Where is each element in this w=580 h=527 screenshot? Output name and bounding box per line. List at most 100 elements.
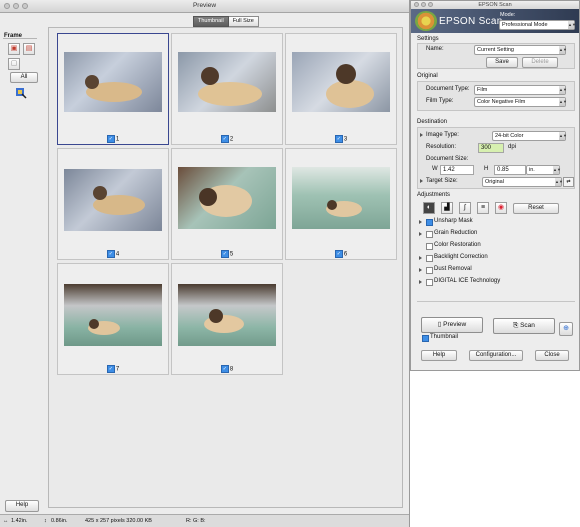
minimize-window-button[interactable] (13, 3, 19, 9)
adjustment-item-color-restoration[interactable]: Color Restoration (417, 241, 575, 251)
thumbnail-checkbox-row[interactable]: ✓ 5 (172, 250, 282, 258)
scanner-icon[interactable]: ⊕ (559, 322, 573, 336)
epson-titlebar: EPSON Scan (411, 1, 579, 9)
adjustment-item-unsharp-mask[interactable]: Unsharp Mask (417, 217, 575, 227)
status-bar: ↔ 1.42in. ↕ 0.86in. 425 x 257 pixels 320… (0, 514, 409, 527)
epson-banner: EPSON Scan Mode: Professional Mode ▲▼ (411, 9, 579, 33)
thumbnail-6[interactable]: ✓ 6 (285, 148, 397, 260)
image-type-label: Image Type: (426, 132, 459, 138)
checkbox-icon[interactable]: ✓ (106, 250, 115, 258)
thumbnail-checkbox-row[interactable]: ✓ 7 (58, 365, 168, 373)
expand-triangle-icon[interactable] (419, 256, 422, 260)
thumbnail-checkbox-row[interactable]: ✓ 1 (58, 135, 168, 143)
checkbox-icon[interactable] (426, 243, 433, 250)
reset-button[interactable]: Reset (513, 203, 559, 214)
thumbnail-number: 1 (115, 136, 120, 143)
auto-exposure-icon[interactable]: ◐ (423, 202, 435, 214)
thumbnail-checkbox-row[interactable]: ✓ 6 (286, 250, 396, 258)
adjustments-list: Unsharp Mask Grain Reduction Color Resto… (417, 217, 575, 287)
expand-triangle-icon[interactable] (420, 133, 423, 137)
thumbnail-checkbox-row[interactable]: ✓ 4 (58, 250, 168, 258)
thumbnail-8[interactable]: ✓ 8 (171, 263, 283, 375)
configuration-button[interactable]: Configuration... (469, 350, 523, 361)
tone-curve-icon[interactable]: ∫ (459, 202, 471, 214)
duplicate-marquee-icon[interactable]: ▢ (8, 58, 20, 70)
target-size-select[interactable]: Original ▲▼ (482, 177, 563, 187)
delete-marquee-icon[interactable]: ▤ (23, 43, 35, 55)
orientation-icon[interactable]: ⇄ (563, 177, 574, 187)
checkbox-icon[interactable] (426, 267, 433, 274)
document-type-select[interactable]: Film ▲▼ (474, 85, 567, 95)
thumbnail-5[interactable]: ✓ 5 (171, 148, 283, 260)
adjustment-item-dust-removal[interactable]: Dust Removal (417, 265, 575, 275)
expand-triangle-icon[interactable] (419, 220, 422, 224)
checkbox-icon[interactable]: ✓ (220, 135, 229, 143)
film-type-label: Film Type: (426, 98, 454, 104)
preview-button[interactable]: ▯ Preview (421, 317, 483, 333)
resolution-label: Resolution: (426, 144, 457, 150)
film-type-select[interactable]: Color Negative Film ▲▼ (474, 97, 567, 107)
width-input[interactable]: 1.42 (440, 165, 474, 175)
thumbnail-number: 2 (229, 136, 234, 143)
height-input[interactable]: 0.85 (494, 165, 526, 175)
adjustment-item-digital-ice[interactable]: DIGITAL ICE Technology (417, 277, 575, 287)
auto-locate-icon[interactable] (15, 87, 27, 99)
tab-full-size[interactable]: Full Size (228, 16, 259, 27)
marquee-tool-icon[interactable]: ▣ (8, 43, 20, 55)
expand-triangle-icon[interactable] (419, 232, 422, 236)
checkbox-icon[interactable]: ✓ (106, 135, 115, 143)
expand-triangle-icon[interactable] (419, 268, 422, 272)
thumbnail-1[interactable]: ✓ 1 (57, 33, 169, 145)
delete-button[interactable]: Delete (522, 57, 558, 68)
thumbnail-checkbox-row[interactable]: ✓ 2 (172, 135, 282, 143)
name-select[interactable]: Current Setting ▲▼ (474, 45, 567, 55)
thumbnail-checkbox-row[interactable]: ✓ 3 (286, 135, 396, 143)
adjustment-item-grain-reduction[interactable]: Grain Reduction (417, 229, 575, 239)
zoom-window-button[interactable] (22, 3, 28, 9)
close-window-button[interactable] (4, 3, 10, 9)
checkbox-icon[interactable]: ✓ (220, 250, 229, 258)
expand-triangle-icon[interactable] (420, 179, 423, 183)
checkbox-icon[interactable]: ✓ (106, 365, 115, 373)
mode-select[interactable]: Professional Mode ▲▼ (499, 20, 576, 30)
thumbnail-number: 5 (229, 251, 234, 258)
resolution-input[interactable]: 300 (478, 143, 504, 153)
adjustment-item-backlight-correction[interactable]: Backlight Correction (417, 253, 575, 263)
minimize-window-button[interactable] (421, 2, 426, 7)
status-height: 0.86in. (51, 518, 68, 524)
tab-thumbnail[interactable]: Thumbnail (193, 16, 229, 27)
status-width: 1.42in. (11, 518, 28, 524)
all-button[interactable]: All (10, 72, 38, 83)
unit-select[interactable]: in. ▲▼ (526, 165, 561, 175)
thumbnail-7[interactable]: ✓ 7 (57, 263, 169, 375)
checkbox-icon[interactable]: ✓ (334, 135, 343, 143)
color-palette-icon[interactable]: ◉ (495, 202, 507, 214)
chevron-down-icon: ▲▼ (568, 21, 576, 29)
close-window-button[interactable] (414, 2, 419, 7)
help-button[interactable]: Help (421, 350, 457, 361)
checkbox-icon[interactable]: ✓ (220, 365, 229, 373)
thumbnail-label: Thumbnail (430, 334, 459, 340)
preview-window: Preview Thumbnail Full Size Frame ▣ ▤ ▢ … (0, 0, 410, 527)
save-button[interactable]: Save (486, 57, 518, 68)
histogram-icon[interactable]: ▟ (441, 202, 453, 214)
scan-button[interactable]: ⎘ Scan (493, 318, 555, 334)
thumbnail-2[interactable]: ✓ 2 (171, 33, 283, 145)
checkbox-icon[interactable]: ✓ (334, 250, 343, 258)
checkbox-icon[interactable] (426, 279, 433, 286)
thumbnail-4[interactable]: ✓ 4 (57, 148, 169, 260)
zoom-window-button[interactable] (428, 2, 433, 7)
checkbox-icon[interactable] (426, 255, 433, 262)
target-size-value: Original (485, 179, 504, 185)
image-type-select[interactable]: 24-bit Color ▲▼ (492, 131, 567, 141)
image-adjustment-icon[interactable]: ≡ (477, 202, 489, 214)
expand-triangle-icon[interactable] (419, 280, 422, 284)
checkbox-icon[interactable] (426, 231, 433, 238)
preview-help-button[interactable]: Help (5, 500, 39, 512)
thumbnail-3[interactable]: ✓ 3 (285, 33, 397, 145)
chevron-down-icon: ▲▼ (555, 178, 563, 186)
close-button[interactable]: Close (535, 350, 569, 361)
thumbnail-checkbox-row[interactable]: ✓ 8 (172, 365, 282, 373)
checkbox-icon[interactable] (426, 219, 433, 226)
thumbnail-checkbox[interactable] (422, 335, 429, 342)
